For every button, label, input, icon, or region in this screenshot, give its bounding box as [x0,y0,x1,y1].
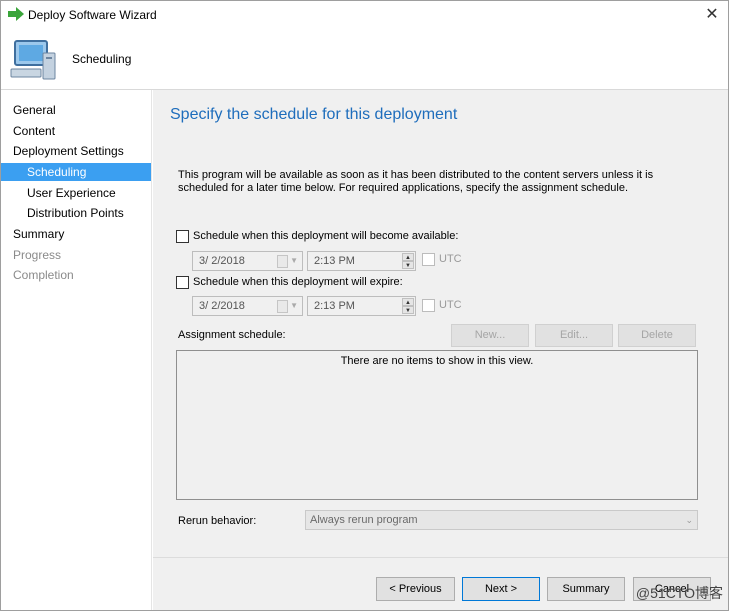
nav-completion: Completion [13,268,74,282]
expire-utc-label: UTC [439,299,462,311]
nav-content[interactable]: Content [1,122,151,140]
new-schedule-button[interactable]: New... [451,324,529,347]
available-date-field[interactable]: 3/ 2/2018 ▼ [192,251,303,271]
expire-checkbox[interactable] [176,276,189,289]
available-checkbox[interactable] [176,230,189,243]
wizard-nav: General Content Deployment Settings Sche… [1,90,152,610]
available-utc-label: UTC [439,253,462,265]
main-panel: Specify the schedule for this deployment… [153,90,728,610]
summary-button[interactable]: Summary [547,577,625,601]
nav-summary[interactable]: Summary [1,225,151,243]
available-utc-checkbox[interactable] [422,253,435,266]
watermark-text: @51CTO博客 [635,585,723,601]
section-heading: Specify the schedule for this deployment [170,106,458,123]
empty-list-message: There are no items to show in this view. [340,355,534,367]
expire-label[interactable]: Schedule when this deployment will expir… [193,276,403,288]
chevron-down-icon: ▼ [290,256,298,265]
expire-time-value: 2:13 PM [314,300,355,312]
nav-distribution-points[interactable]: Distribution Points [1,204,151,222]
window-title: Deploy Software Wizard [28,8,157,22]
rerun-behavior-select[interactable]: Always rerun program ⌄ [305,510,698,530]
page-title: Scheduling [72,52,132,66]
available-date-value: 3/ 2/2018 [199,255,245,267]
delete-schedule-button[interactable]: Delete [618,324,696,347]
spin-up-icon[interactable]: ▲ [402,298,414,306]
green-arrow-icon [8,7,24,21]
nav-deployment-settings[interactable]: Deployment Settings [1,142,151,160]
assignment-schedule-label: Assignment schedule: [178,329,286,341]
close-icon[interactable]: ✕ [705,6,718,23]
time-spinner[interactable]: ▲ ▼ [402,253,414,269]
next-button[interactable]: Next > [462,577,540,601]
spin-down-icon[interactable]: ▼ [402,261,414,269]
wizard-window: Deploy Software Wizard ✕ Scheduling Gene… [0,0,729,611]
wizard-header: Scheduling [1,29,728,90]
expire-time-field[interactable]: 2:13 PM ▲ ▼ [307,296,416,316]
spin-up-icon[interactable]: ▲ [402,253,414,261]
available-time-field[interactable]: 2:13 PM ▲ ▼ [307,251,416,271]
edit-schedule-button[interactable]: Edit... [535,324,613,347]
rerun-behavior-label: Rerun behavior: [178,515,257,527]
assignment-schedule-list[interactable]: There are no items to show in this view. [176,350,698,500]
time-spinner[interactable]: ▲ ▼ [402,298,414,314]
previous-button[interactable]: < Previous [376,577,455,601]
nav-user-experience[interactable]: User Experience [1,184,151,202]
spin-down-icon[interactable]: ▼ [402,306,414,314]
nav-general[interactable]: General [1,101,151,119]
calendar-icon [277,300,288,313]
expire-utc-checkbox[interactable] [422,299,435,312]
rerun-behavior-value: Always rerun program [310,514,418,526]
nav-scheduling[interactable]: Scheduling [1,163,151,181]
title-bar: Deploy Software Wizard ✕ [1,1,728,29]
chevron-down-icon: ⌄ [685,515,693,525]
description-text: This program will be available as soon a… [178,169,654,194]
footer-divider [153,557,728,558]
calendar-icon [277,255,288,268]
close-button[interactable]: ✕ [702,5,722,25]
available-time-value: 2:13 PM [314,255,355,267]
chevron-down-icon: ▼ [290,301,298,310]
computer-icon [10,40,56,80]
expire-date-value: 3/ 2/2018 [199,300,245,312]
available-label[interactable]: Schedule when this deployment will becom… [193,230,458,242]
nav-progress: Progress [13,248,62,262]
expire-date-field[interactable]: 3/ 2/2018 ▼ [192,296,303,316]
